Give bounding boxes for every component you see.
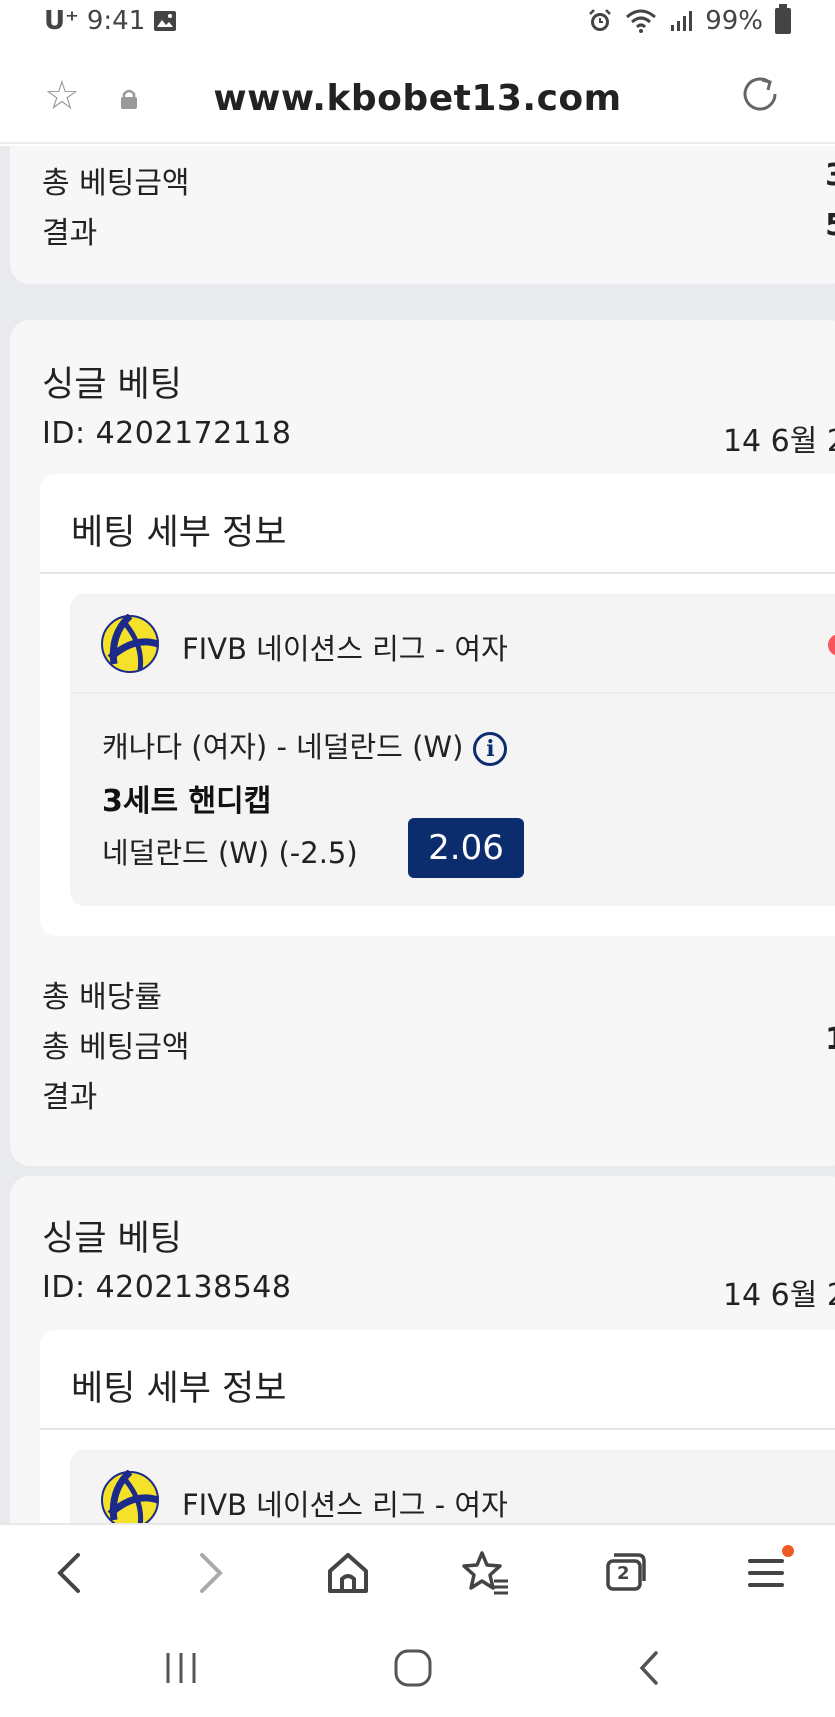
notification-dot: [782, 1545, 794, 1557]
system-nav-bar: [0, 1619, 835, 1717]
event-selection: FIVB 네이션스 리그 - 여자: [70, 1450, 835, 1523]
reload-icon[interactable]: [739, 74, 781, 116]
menu-button[interactable]: [736, 1543, 796, 1603]
bet-details-panel: 베팅 세부 정보 FIVB 네이션스 리그 - 여자 캐나다 (여자) - 네덜…: [40, 474, 835, 936]
total-stake-label: 총 베팅금액: [42, 166, 190, 201]
volleyball-icon: [101, 614, 160, 673]
recent-apps-icon[interactable]: [156, 1643, 206, 1693]
match-name: 캐나다 (여자) - 네덜란드 (W) i: [102, 724, 508, 766]
tabs-button[interactable]: 2: [596, 1543, 656, 1603]
clock: 9:41: [86, 6, 146, 36]
bet-card: 싱글 베팅 ID: 4202138548 14 6월 2 베팅 세부 정보 FI…: [10, 1176, 835, 1523]
status-right: 99%: [587, 4, 791, 36]
total-stake-value: 3: [825, 158, 835, 193]
carrier-label: U⁺: [44, 6, 79, 36]
url-bar: ☆ www.kbobet13.com: [0, 52, 835, 144]
battery-icon: [775, 4, 791, 34]
result-label: 결과: [42, 1080, 98, 1115]
live-status-dot: [828, 634, 835, 656]
bet-card: 싱글 베팅 ID: 4202172118 14 6월 2 베팅 세부 정보 FI…: [10, 320, 835, 1166]
odds-badge: 2.06: [408, 818, 524, 878]
wifi-icon: [626, 9, 657, 33]
bet-details-panel: 베팅 세부 정보 FIVB 네이션스 리그 - 여자: [40, 1330, 835, 1523]
league-name: FIVB 네이션스 리그 - 여자: [182, 1488, 508, 1522]
battery-percent: 99%: [705, 6, 763, 36]
result-value: 5: [825, 208, 835, 243]
browser-bottom-nav: 2: [0, 1523, 835, 1619]
bet-id: ID: 4202138548: [42, 1270, 292, 1305]
divider: [40, 572, 835, 574]
bet-type-title: 싱글 베팅: [42, 365, 182, 405]
match-teams: 캐나다 (여자) - 네덜란드 (W): [102, 730, 464, 764]
status-left: U⁺ 9:41: [44, 6, 177, 36]
gallery-icon: [154, 11, 177, 31]
event-selection: FIVB 네이션스 리그 - 여자 캐나다 (여자) - 네덜란드 (W) i 3…: [70, 594, 835, 906]
signal-icon: [671, 11, 693, 31]
system-back-icon[interactable]: [624, 1643, 674, 1693]
bet-type-title: 싱글 베팅: [42, 1219, 182, 1259]
info-icon[interactable]: i: [473, 732, 508, 766]
league-row: FIVB 네이션스 리그 - 여자: [70, 1450, 835, 1523]
bet-id: ID: 4202172118: [42, 416, 292, 451]
total-odds-label: 총 배당률: [42, 980, 162, 1015]
bet-card-partial: 총 베팅금액 3 결과 5: [10, 146, 835, 284]
bookmarks-star-icon[interactable]: [456, 1543, 516, 1603]
divider: [40, 1428, 835, 1430]
bet-date: 14 6월 2: [722, 424, 835, 459]
market-name: 3세트 핸디캡: [102, 784, 272, 819]
league-name: FIVB 네이션스 리그 - 여자: [182, 632, 508, 666]
tab-count: 2: [617, 1563, 630, 1584]
selection-name: 네덜란드 (W) (-2.5): [102, 836, 358, 870]
status-bar: U⁺ 9:41 99%: [0, 0, 835, 52]
home-button-icon[interactable]: [388, 1643, 438, 1693]
volleyball-icon: [101, 1470, 160, 1523]
forward-arrow-icon[interactable]: [180, 1543, 240, 1603]
bet-details-title[interactable]: 베팅 세부 정보: [71, 1360, 286, 1411]
back-arrow-icon[interactable]: [40, 1543, 100, 1603]
alarm-icon: [589, 9, 612, 31]
bet-date: 14 6월 2: [722, 1278, 835, 1313]
url-text[interactable]: www.kbobet13.com: [0, 78, 835, 119]
total-stake-value: 1: [825, 1022, 835, 1057]
league-row: FIVB 네이션스 리그 - 여자: [70, 594, 835, 694]
home-icon[interactable]: [318, 1543, 378, 1603]
result-label: 결과: [42, 216, 98, 251]
bet-details-title[interactable]: 베팅 세부 정보: [71, 504, 286, 555]
bet-history-content[interactable]: 총 베팅금액 3 결과 5 싱글 베팅 ID: 4202172118 14 6월…: [0, 146, 835, 1523]
total-stake-label: 총 베팅금액: [42, 1030, 190, 1065]
